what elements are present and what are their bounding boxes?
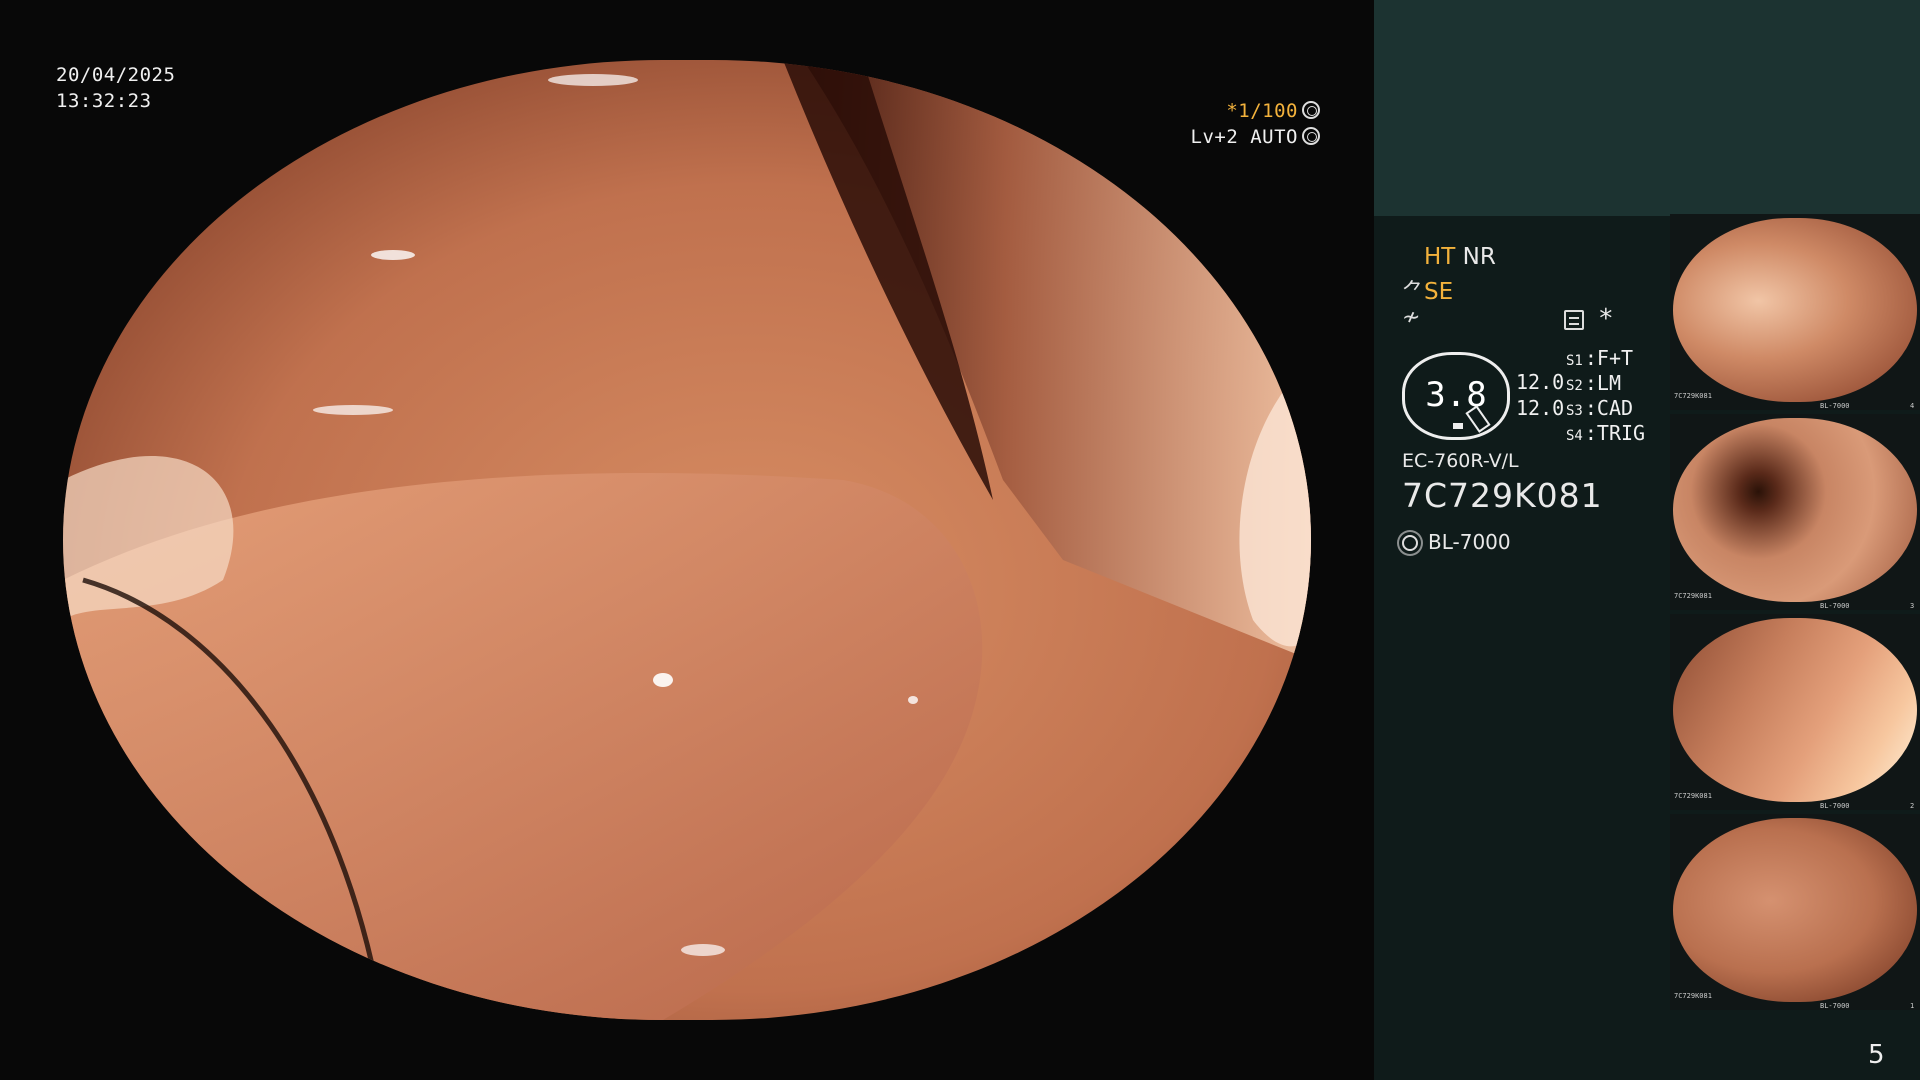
time-text: 13:32:23 (56, 90, 152, 112)
thumbnail-serial: 7C729K081 (1674, 992, 1712, 1000)
switch-4-label: TRIG (1596, 421, 1646, 445)
switch-1: S1:F+T (1566, 346, 1634, 370)
mode-row-3: ≁ (1402, 304, 1420, 330)
panel-header-block (1374, 0, 1920, 216)
mode-row-2: ⺈SE (1402, 274, 1453, 306)
scope-serial: 7C729K081 (1402, 476, 1603, 515)
thumbnail-light: BL-7000 (1820, 1002, 1850, 1010)
thumbnail-index: 2 (1910, 802, 1915, 810)
thumbnail-image (1673, 218, 1917, 402)
gauge-mark (1453, 423, 1463, 429)
thumbnail-light: BL-7000 (1820, 802, 1850, 810)
switch-2: S2:LM (1566, 371, 1621, 395)
mode-row-1: HT NR (1424, 244, 1496, 270)
aperture-icon (1302, 101, 1320, 119)
gauge-value: 3.8 (1425, 375, 1487, 415)
structure-enhance-icon: ⺈ (1402, 280, 1425, 305)
thumbnail-image (1673, 618, 1917, 802)
nr-indicator: NR (1462, 244, 1496, 270)
thumbnail-index: 3 (1910, 602, 1915, 610)
thumbnail-light: BL-7000 (1820, 402, 1850, 410)
thumbnail-image (1673, 418, 1917, 602)
ht-indicator: HT (1424, 244, 1456, 270)
color-enhance-icon: ≁ (1402, 305, 1421, 330)
thumbnail-4[interactable]: 7C729K081 BL-7000 4 (1670, 214, 1920, 410)
switch-2-key: S2 (1566, 378, 1583, 394)
gauge: 3.8 (1402, 352, 1510, 440)
thumbnail-image (1673, 818, 1917, 1002)
thumbnail-index: 4 (1910, 402, 1915, 410)
thumbnail-index: 1 (1910, 1002, 1915, 1010)
date-text: 20/04/2025 (56, 64, 176, 86)
thumbnail-3[interactable]: 7C729K081 BL-7000 3 (1670, 414, 1920, 610)
thumbnail-serial: 7C729K081 (1674, 592, 1712, 600)
settings-icon (1564, 310, 1584, 330)
auto-text: AUTO (1250, 126, 1298, 148)
thumbnail-serial: 7C729K081 (1674, 392, 1712, 400)
switch-4-key: S4 (1566, 428, 1583, 444)
switch-3: S3:CAD (1566, 396, 1634, 420)
shutter-prefix: * (1226, 100, 1239, 122)
value-2: 12.0 (1516, 396, 1565, 420)
value-1: 12.0 (1516, 370, 1565, 394)
shutter-speed: 1/100 (1238, 100, 1298, 122)
thumbnail-2[interactable]: 7C729K081 BL-7000 2 (1670, 614, 1920, 810)
se-indicator: SE (1424, 279, 1454, 305)
thumbnail-1[interactable]: 7C729K081 BL-7000 1 (1670, 814, 1920, 1010)
sun-icon (1402, 535, 1418, 551)
switch-4: S4:TRIG (1566, 421, 1646, 445)
thumbnail-light: BL-7000 (1820, 602, 1850, 610)
asterisk-icon: * (1598, 304, 1614, 334)
scope-model: EC-760R-V/L (1402, 450, 1519, 472)
endoscope-scene (63, 60, 1311, 1020)
switch-3-key: S3 (1566, 403, 1583, 419)
light-source: BL-7000 (1402, 530, 1511, 554)
exposure-overlay: *1/100 Lv+2 AUTO (1191, 98, 1320, 150)
page-number: 5 (1868, 1040, 1885, 1070)
switch-3-label: CAD (1596, 396, 1634, 420)
thumbnail-serial: 7C729K081 (1674, 792, 1712, 800)
switch-1-key: S1 (1566, 353, 1583, 369)
switch-2-label: LM (1596, 371, 1621, 395)
light-source-label: BL-7000 (1428, 530, 1511, 554)
level-text: Lv+2 (1190, 126, 1239, 148)
switch-1-label: F+T (1596, 346, 1634, 370)
iris-icon (1302, 127, 1320, 145)
endoscope-image (63, 60, 1311, 1020)
datetime-overlay: 20/04/2025 13:32:23 (56, 62, 175, 114)
